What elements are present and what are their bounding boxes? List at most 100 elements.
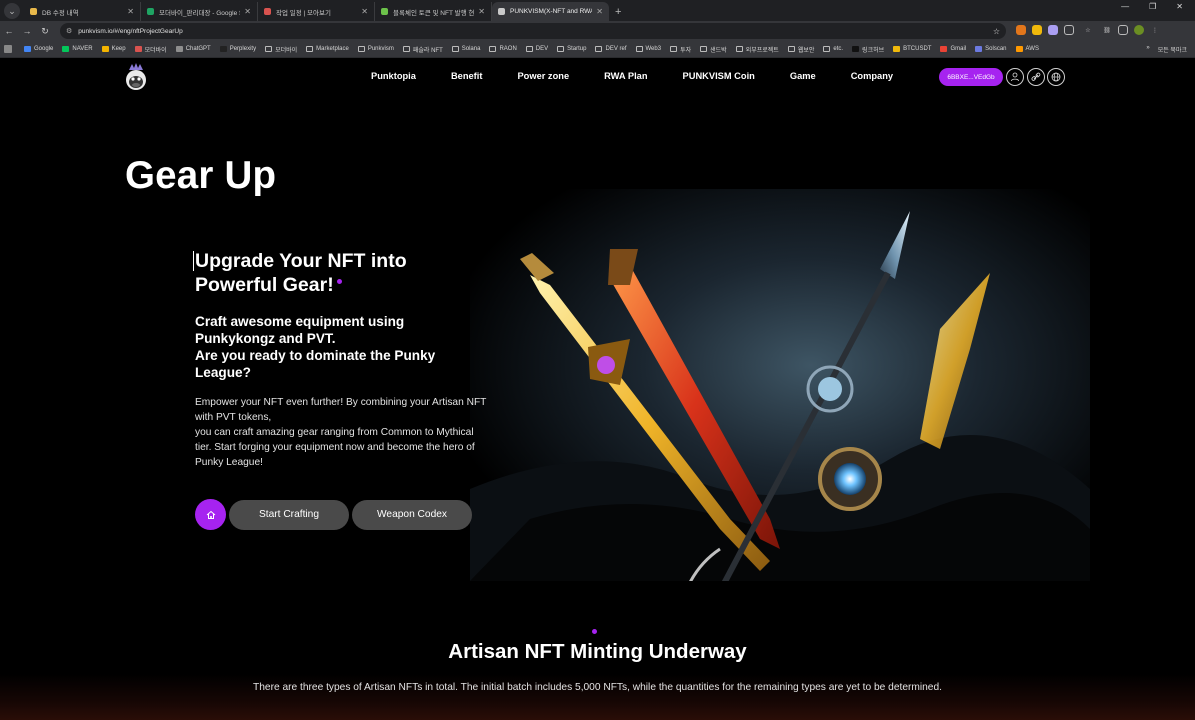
bookmark-item[interactable]: 링크허브 [852, 45, 884, 54]
apps-grid-icon[interactable] [4, 45, 15, 53]
minting-section-title: Artisan NFT Minting Underway [448, 640, 747, 663]
bookmark-item[interactable]: Perplexity [219, 46, 256, 52]
metamask-extension-icon[interactable] [1016, 25, 1026, 35]
bookmark-item[interactable]: NAVER [62, 46, 93, 52]
bookmark-folder[interactable]: Punkvism [357, 46, 394, 52]
bookmark-item[interactable]: ChatGPT [175, 46, 211, 52]
bookmark-folder[interactable]: DEV [525, 46, 548, 52]
menu-item-punkvism-coin[interactable]: PUNKVISM Coin [683, 71, 755, 81]
bookmark-label: Keep [111, 46, 126, 52]
bookmark-label: etc. [833, 46, 844, 52]
profile-avatar[interactable] [1134, 25, 1144, 35]
bookmark-item[interactable]: Gmail [940, 46, 966, 52]
accent-dot [336, 279, 342, 284]
phantom-extension-icon[interactable] [1048, 25, 1058, 35]
start-crafting-button[interactable]: Start Crafting [229, 499, 349, 530]
back-icon[interactable]: ← [0, 26, 18, 36]
close-tab-icon[interactable]: ✕ [478, 7, 485, 16]
bookmark-folder[interactable]: 투자 [670, 45, 691, 54]
menu-item-game[interactable]: Game [790, 71, 816, 81]
close-tab-icon[interactable]: ✕ [244, 7, 251, 16]
menu-item-benefit[interactable]: Benefit [451, 71, 483, 81]
tab-title: 작업 일정 | 모아보기 [276, 9, 331, 17]
folder-icon [489, 46, 497, 52]
bookmark-item[interactable]: Google [24, 46, 53, 52]
section-background-glow [0, 674, 1195, 720]
forward-icon[interactable]: → [18, 26, 36, 36]
browser-tab[interactable]: 작업 일정 | 모아보기 ✕ [258, 2, 375, 21]
bookmark-folder[interactable]: 웹보안 [787, 45, 815, 54]
binance-extension-icon[interactable] [1032, 25, 1042, 35]
hero-headline: Upgrade Your NFT into Powerful Gear! [193, 249, 525, 297]
bookmark-folder[interactable]: Marketplace [306, 46, 349, 52]
bookmark-folder[interactable]: 모더바이 [265, 45, 297, 54]
menu-item-rwa-plan[interactable]: RWA Plan [604, 71, 647, 81]
bookmark-folder[interactable]: 패슬라 NFT [402, 45, 443, 54]
subhead-line: Punkykongz and PVT. [195, 331, 336, 346]
bookmark-star-icon[interactable]: ☆ [993, 27, 1000, 36]
folder-icon [823, 46, 831, 52]
bookmark-label: Solscan [985, 46, 1007, 52]
close-tab-icon[interactable]: ✕ [361, 7, 368, 16]
extensions-puzzle-icon[interactable] [1064, 25, 1074, 35]
bookmark-folder[interactable]: DEV ref [595, 46, 627, 52]
close-tab-icon[interactable]: ✕ [127, 7, 134, 16]
browser-tab[interactable]: 모더바이_판리대장 - Google S ✕ [141, 2, 258, 21]
reading-list-icon[interactable]: ☆ [1080, 25, 1096, 35]
page-title: Gear Up [125, 154, 277, 197]
tab-favicon-icon [147, 8, 154, 15]
bookmark-item[interactable]: 모더바이 [134, 45, 167, 54]
browser-tab[interactable]: DB 수정 내역 ✕ [24, 2, 141, 21]
all-bookmarks-folder[interactable]: 모든 북마크 [1158, 45, 1187, 54]
folder-icon [357, 46, 365, 52]
bookmark-favicon-icon [1015, 46, 1023, 52]
bookmark-item[interactable]: AWS [1015, 46, 1039, 52]
user-pay-button[interactable] [1006, 68, 1024, 86]
menu-item-power-zone[interactable]: Power zone [517, 71, 569, 81]
bookmark-folder[interactable]: etc. [823, 46, 843, 52]
user-pay-icon [1011, 72, 1019, 82]
home-button[interactable] [195, 499, 226, 530]
browser-tab[interactable]: 블록체인 토큰 및 NFT 발행 현 ✕ [375, 2, 492, 21]
address-bar[interactable]: ⚙ punkvism.io/#/eng/nftProjectGearUp ☆ [60, 23, 1006, 39]
bookmark-item[interactable]: Keep [101, 46, 126, 52]
bookmark-favicon-icon [101, 46, 109, 52]
bookmark-folder[interactable]: Solana [451, 46, 481, 52]
bookmark-label: Solana [461, 46, 481, 52]
bookmark-favicon-icon [975, 46, 983, 52]
gear-weapons-artwork [470, 189, 1090, 581]
punkvism-gorilla-logo-icon[interactable] [124, 62, 148, 92]
browser-tab-active[interactable]: PUNKVISM(X-NFT and RWA) ✕ [492, 2, 609, 21]
bookmark-label: 패슬라 NFT [412, 47, 443, 54]
bookmark-folder[interactable]: RAON [489, 46, 517, 52]
new-tab-icon[interactable]: + [615, 6, 621, 18]
weapon-codex-button[interactable]: Weapon Codex [352, 499, 472, 530]
wallet-address-button[interactable]: 6BBXE...VEdGb [939, 68, 1003, 86]
bookmark-folder[interactable]: Web3 [635, 46, 661, 52]
language-button[interactable] [1047, 68, 1065, 86]
bookmark-label: 웹보안 [797, 47, 815, 54]
bookmark-item[interactable]: BTCUSDT [893, 46, 931, 52]
tab-title: DB 수정 내역 [42, 9, 79, 17]
bookmark-folder[interactable]: Startup [557, 46, 586, 52]
close-window-icon[interactable]: ✕ [1176, 2, 1183, 11]
menu-item-company[interactable]: Company [851, 71, 893, 81]
restore-icon[interactable]: ❐ [1149, 2, 1156, 11]
menu-item-punktopia[interactable]: Punktopia [371, 71, 416, 81]
site-info-icon[interactable]: ⚙ [66, 27, 72, 35]
side-panel-icon[interactable] [1118, 25, 1128, 35]
folder-icon [735, 46, 743, 52]
bookmark-item[interactable]: Solscan [975, 46, 1007, 52]
bookmarks-overflow-icon[interactable]: » [1146, 45, 1149, 54]
tab-search-chevron-icon[interactable]: ⌄ [4, 3, 20, 19]
subhead-line: Are you ready to dominate the Punky [195, 348, 436, 363]
bookmark-label: DEV ref [605, 46, 627, 52]
reload-icon[interactable]: ↻ [36, 26, 54, 37]
minimize-icon[interactable]: — [1121, 2, 1129, 11]
bookmark-folder[interactable]: 샌드박 [700, 45, 727, 54]
link-icon[interactable]: ⛓ [1102, 25, 1112, 35]
bookmark-folder[interactable]: 외부프로젝트 [735, 45, 779, 54]
close-tab-icon[interactable]: ✕ [596, 7, 603, 16]
link-button[interactable] [1027, 68, 1045, 86]
browser-menu-icon[interactable]: ⋮ [1150, 25, 1160, 35]
